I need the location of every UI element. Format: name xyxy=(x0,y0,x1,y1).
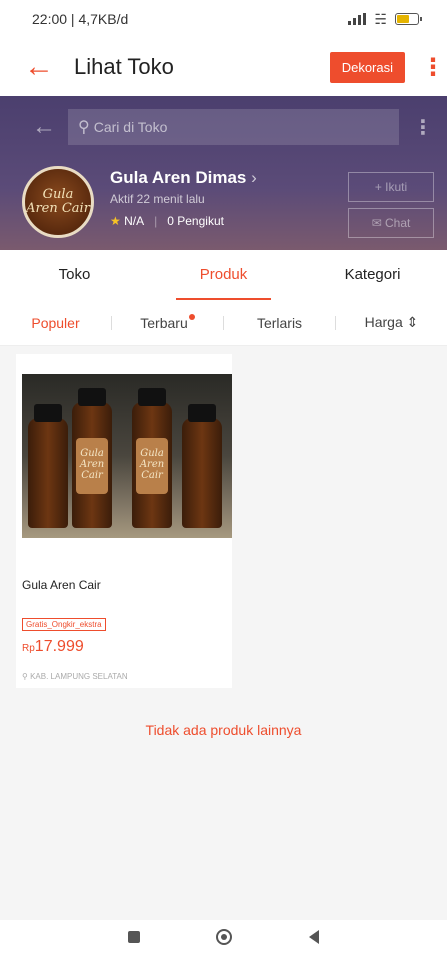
sort-terbaru[interactable]: Terbaru xyxy=(112,313,223,331)
product-image: Gula Aren Cair Gula Aren Cair xyxy=(22,374,232,538)
product-name: Gula Aren Cair xyxy=(22,578,101,592)
product-image-label: Gula Aren Cair xyxy=(136,438,168,494)
sort-harga[interactable]: Harga ⇕ xyxy=(336,314,447,331)
more-options-icon[interactable]: ⋮ xyxy=(421,53,445,82)
sort-terlaris[interactable]: Terlaris xyxy=(224,315,335,331)
star-icon: ★ xyxy=(110,214,121,228)
product-grid: Gula Aren Cair Gula Aren Cair Gula Aren … xyxy=(0,346,447,920)
shop-info: Gula Aren Cair Gula Aren Dimas › Aktif 2… xyxy=(22,166,442,246)
product-price: Rp17.999 xyxy=(22,638,84,656)
back-arrow-icon[interactable]: ← xyxy=(24,52,64,82)
chevron-right-icon: › xyxy=(251,168,257,187)
search-placeholder: Cari di Toko xyxy=(93,119,168,135)
sort-terbaru-label: Terbaru xyxy=(140,314,188,331)
shop-avatar[interactable]: Gula Aren Cair xyxy=(22,166,94,238)
chat-label: Chat xyxy=(385,216,411,230)
shop-tabs: Toko Produk Kategori xyxy=(0,250,447,300)
product-location: ⚲ KAB. LAMPUNG SELATAN xyxy=(22,672,128,681)
sort-harga-label: Harga xyxy=(364,314,403,330)
product-image-label: Gula Aren Cair xyxy=(76,438,108,494)
wifi-icon: ☵ xyxy=(374,10,387,27)
status-icons: ☵ xyxy=(348,10,422,28)
sort-bar: Populer Terbaru Terlaris Harga ⇕ xyxy=(0,300,447,346)
shop-active-status: Aktif 22 menit lalu xyxy=(110,192,205,206)
battery-icon xyxy=(395,13,422,25)
shop-header: ← ⚲ Cari di Toko ⋮ Gula Aren Cair Gula A… xyxy=(0,96,447,250)
chat-icon: ✉ xyxy=(371,216,386,230)
tab-produk[interactable]: Produk xyxy=(149,250,298,300)
sort-populer[interactable]: Populer xyxy=(0,315,111,331)
page-title: Lihat Toko xyxy=(74,54,174,79)
promo-badge: Gratis_Ongkir_ekstra xyxy=(22,618,106,631)
sort-arrows-icon: ⇕ xyxy=(406,314,419,330)
search-input[interactable]: ⚲ Cari di Toko xyxy=(68,109,399,145)
shop-name-text: Gula Aren Dimas xyxy=(110,168,247,187)
search-row: ← ⚲ Cari di Toko ⋮ xyxy=(0,106,447,148)
shop-followers: 0 Pengikut xyxy=(167,214,224,228)
decorate-button[interactable]: Dekorasi xyxy=(329,51,405,83)
status-bar: 22:00 | 4,7KB/d ☵ xyxy=(0,0,447,38)
price-currency: Rp xyxy=(22,643,35,654)
follow-button[interactable]: + Ikuti xyxy=(348,172,434,202)
home-icon[interactable] xyxy=(216,929,233,945)
system-nav-bar xyxy=(0,920,447,954)
price-value: 17.999 xyxy=(34,638,84,655)
recent-apps-icon[interactable] xyxy=(128,931,141,943)
tab-toko[interactable]: Toko xyxy=(0,250,149,300)
new-dot-icon xyxy=(188,313,195,320)
status-time: 22:00 | 4,7KB/d xyxy=(32,11,129,27)
shop-more-icon[interactable]: ⋮ xyxy=(413,115,433,140)
chat-button[interactable]: ✉ Chat xyxy=(348,208,434,238)
tab-kategori[interactable]: Kategori xyxy=(298,250,447,300)
back-icon[interactable] xyxy=(308,930,319,944)
location-text: KAB. LAMPUNG SELATAN xyxy=(30,672,128,681)
shop-rating: N/A xyxy=(124,214,145,228)
search-back-icon[interactable]: ← xyxy=(32,113,68,141)
stat-divider: | xyxy=(154,214,158,228)
shop-stats: ★ N/A | 0 Pengikut xyxy=(110,214,224,228)
signal-icon xyxy=(348,13,367,25)
shop-name[interactable]: Gula Aren Dimas › xyxy=(110,168,257,188)
app-bar: ← Lihat Toko Dekorasi ⋮ xyxy=(0,38,447,96)
no-more-products-text: Tidak ada produk lainnya xyxy=(145,722,302,738)
search-icon: ⚲ xyxy=(78,119,90,136)
location-pin-icon: ⚲ xyxy=(22,672,31,681)
product-card[interactable]: Gula Aren Cair Gula Aren Cair Gula Aren … xyxy=(16,354,232,688)
